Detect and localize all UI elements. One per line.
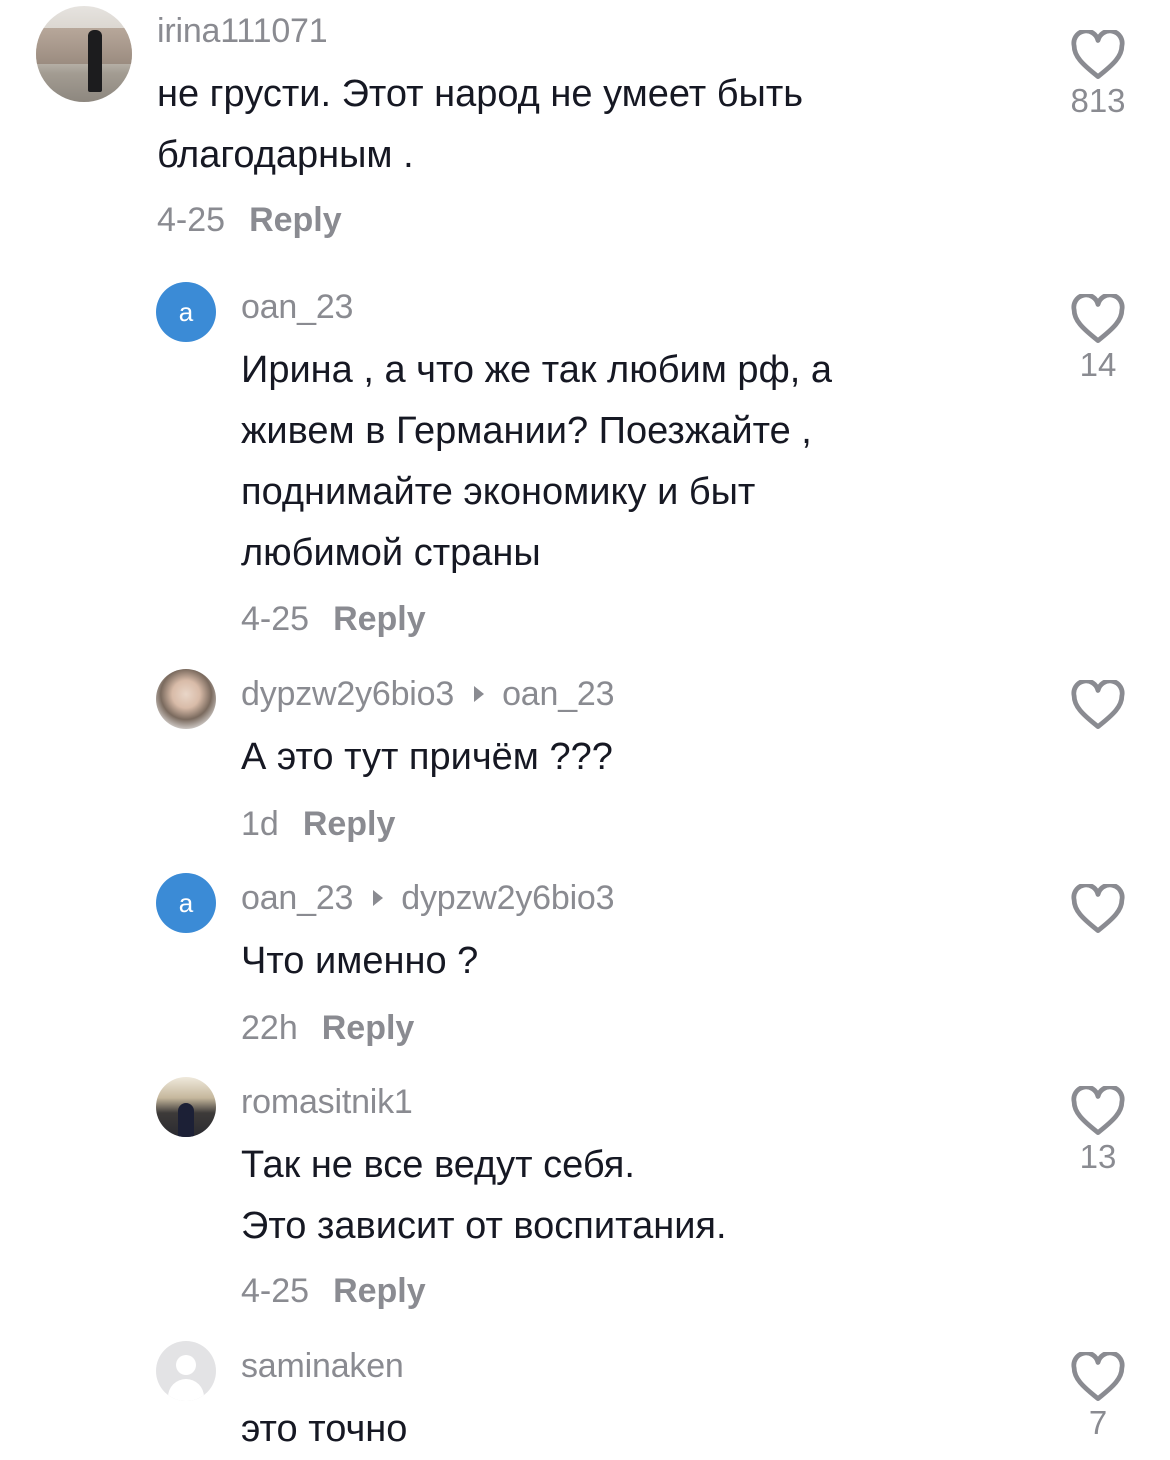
- heart-outline-icon: [1071, 294, 1125, 343]
- default-user-avatar-icon[interactable]: [156, 1341, 216, 1401]
- comment-text: не грусти. Этот народ не умеет быть благ…: [157, 73, 804, 176]
- like-count: 14: [1079, 346, 1117, 383]
- like-button[interactable]: 14: [1068, 294, 1128, 384]
- comment-text: А это тут причём ???: [241, 736, 613, 778]
- comment-username[interactable]: saminaken: [241, 1347, 404, 1386]
- heart-outline-icon: [1071, 680, 1125, 729]
- reply-to-username[interactable]: dypzw2y6bio3: [401, 879, 614, 917]
- avatar[interactable]: a: [156, 282, 216, 342]
- like-button[interactable]: [1068, 884, 1128, 934]
- avatar-head-shape: [176, 1355, 196, 1375]
- reply-button[interactable]: Reply: [333, 1272, 426, 1310]
- like-button[interactable]: 7: [1068, 1352, 1128, 1442]
- like-button[interactable]: 813: [1068, 30, 1128, 120]
- comment-time: 4-25: [241, 1272, 310, 1310]
- heart-outline-icon: [1071, 30, 1125, 79]
- comment-username-text[interactable]: dypzw2y6bio3: [241, 675, 454, 713]
- avatar[interactable]: [36, 6, 132, 102]
- triangle-right-icon: [474, 686, 485, 703]
- like-button[interactable]: 13: [1068, 1086, 1128, 1176]
- comment-item: dypzw2y6bio3 oan_23 А это тут причём ??? …: [0, 660, 1170, 855]
- comment-item: saminaken это точно 7: [0, 1332, 1170, 1450]
- reply-button[interactable]: Reply: [333, 600, 426, 638]
- avatar[interactable]: [156, 1077, 216, 1137]
- comment-text: Что именно ?: [241, 940, 479, 982]
- avatar-body-shape: [168, 1379, 204, 1401]
- comment-meta: 4-25 Reply: [241, 600, 426, 639]
- comment-username-text[interactable]: oan_23: [241, 879, 353, 917]
- comment-text: Так не все ведут себя. Это зависит от во…: [241, 1144, 727, 1247]
- comment-username[interactable]: irina111071: [157, 12, 328, 51]
- avatar-photo-person: [178, 1103, 194, 1137]
- like-button[interactable]: [1068, 680, 1128, 730]
- comment-meta: 1d Reply: [241, 805, 395, 844]
- avatar-photo-building: [36, 28, 132, 64]
- avatar-photo-person: [88, 30, 102, 92]
- comment-time: 1d: [241, 805, 279, 843]
- heart-outline-icon: [1071, 884, 1125, 933]
- comment-time: 4-25: [157, 201, 226, 239]
- reply-button[interactable]: Reply: [322, 1009, 415, 1047]
- comment-meta: 4-25 Reply: [241, 1272, 426, 1311]
- avatar[interactable]: a: [156, 873, 216, 933]
- comment-text: это точно: [241, 1408, 408, 1450]
- avatar[interactable]: [156, 669, 216, 729]
- comment-username[interactable]: dypzw2y6bio3 oan_23: [241, 675, 615, 714]
- reply-button[interactable]: Reply: [249, 201, 342, 239]
- comment-username[interactable]: oan_23: [241, 288, 353, 327]
- comment-meta: 22h Reply: [241, 1009, 414, 1048]
- comment-username[interactable]: romasitnik1: [241, 1083, 413, 1122]
- comment-username[interactable]: oan_23 dypzw2y6bio3: [241, 879, 615, 918]
- like-count: 813: [1070, 82, 1126, 119]
- reply-to-username[interactable]: oan_23: [502, 675, 614, 713]
- like-count: 7: [1088, 1404, 1108, 1441]
- comment-item: a oan_23 Ирина , а что же так любим рф, …: [0, 270, 1170, 650]
- comment-time: 4-25: [241, 600, 310, 638]
- reply-button[interactable]: Reply: [303, 805, 396, 843]
- triangle-right-icon: [373, 890, 384, 907]
- comment-item: irina111071 не грусти. Этот народ не уме…: [0, 0, 1170, 260]
- comment-time: 22h: [241, 1009, 298, 1047]
- heart-outline-icon: [1071, 1352, 1125, 1401]
- heart-outline-icon: [1071, 1086, 1125, 1135]
- comment-item: romasitnik1 Так не все ведут себя. Это з…: [0, 1068, 1170, 1328]
- like-count: 13: [1079, 1138, 1117, 1175]
- comment-item: a oan_23 dypzw2y6bio3 Что именно ? 22h Rep…: [0, 864, 1170, 1059]
- comment-meta: 4-25 Reply: [157, 201, 342, 240]
- comment-text: Ирина , а что же так любим рф, а живем в…: [241, 349, 833, 574]
